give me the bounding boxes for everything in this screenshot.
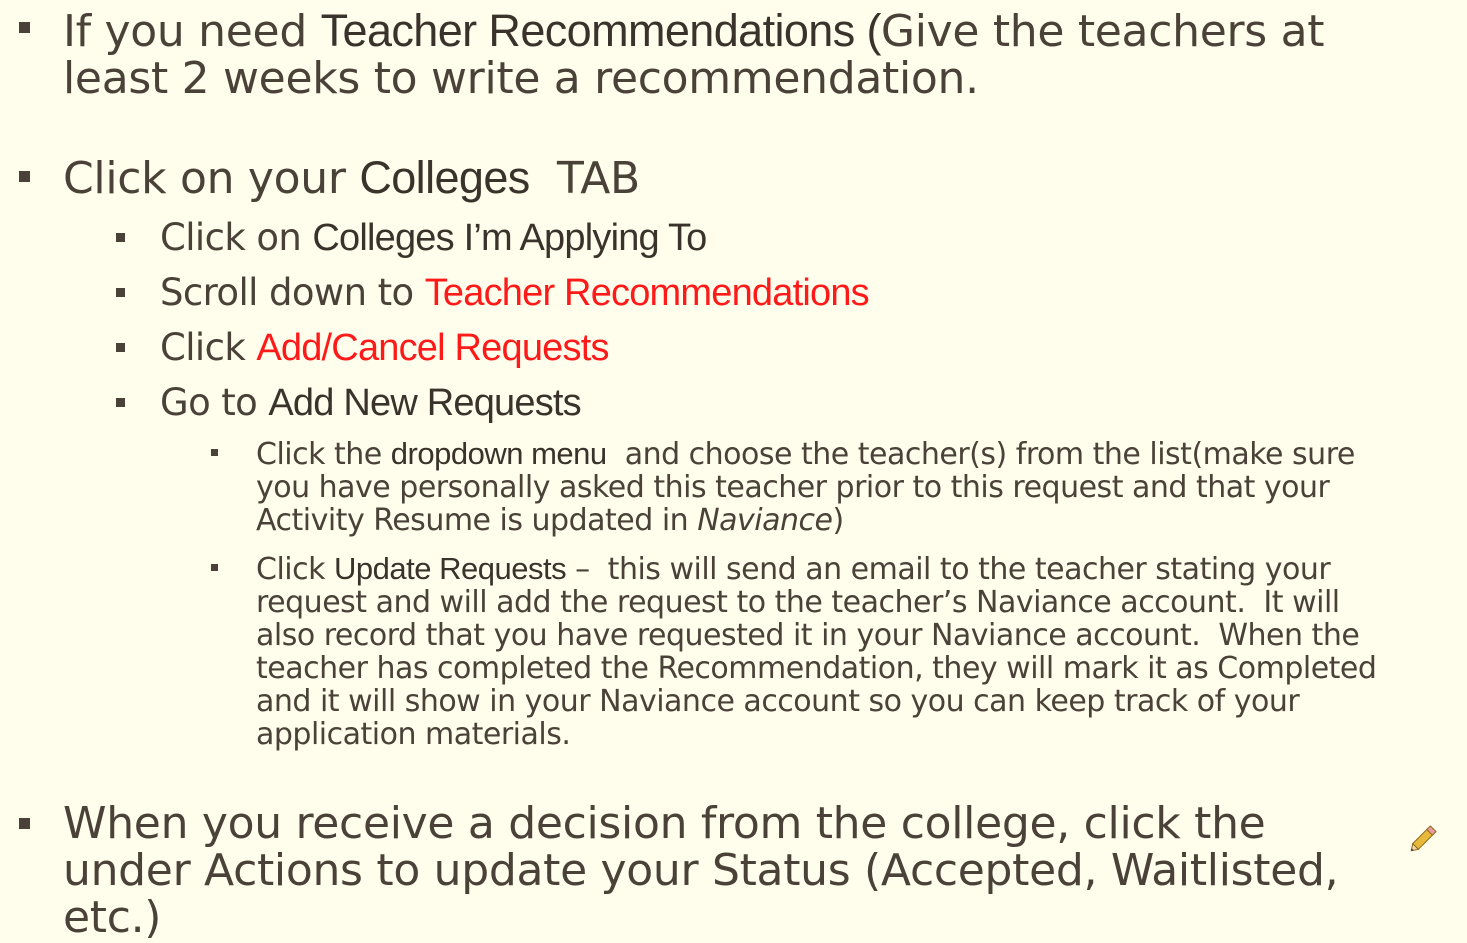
- item3-line2: under Actions to update your Status (Acc…: [63, 845, 1339, 896]
- sub2-prefix: Scroll down to: [160, 271, 425, 314]
- sub-item-scroll-down: Scroll down to Teacher Recommendations: [160, 265, 870, 321]
- subsub2-bold: Update Requests: [334, 551, 567, 586]
- sub4-bold: Add New Requests: [268, 382, 581, 424]
- sub3-red: Add/Cancel Requests: [256, 327, 609, 369]
- item1-prefix: If you need: [63, 6, 321, 57]
- bullet-sub-3: [116, 343, 125, 352]
- item3-line1: When you receive a decision from the col…: [63, 798, 1266, 849]
- subsub1-line2: you have personally asked this teacher p…: [256, 470, 1330, 505]
- subsub2-prefix: Click: [256, 552, 335, 587]
- subsub1-line3-prefix: Activity Resume is updated in: [256, 503, 698, 538]
- subsub2-line6: application materials.: [256, 717, 571, 752]
- item-teacher-recommendations: If you need Teacher Recommendations (Giv…: [63, 7, 1324, 102]
- subsub1-bold: dropdown menu: [390, 436, 607, 471]
- sub4-prefix: Go to: [160, 381, 269, 424]
- pencil-icon: [1410, 825, 1437, 852]
- item2-suffix: TAB: [529, 153, 640, 204]
- sub1-prefix: Click on: [160, 216, 313, 259]
- bullet-subsub-2: [211, 564, 218, 571]
- subsub2-line2: request and will add the request to the …: [256, 585, 1340, 620]
- bullet-subsub-1: [211, 449, 218, 456]
- bullet-item-2: [19, 171, 30, 182]
- item1-line1-rest: Give the teachers at: [880, 6, 1325, 57]
- subsub2-line5: and it will show in your Naviance accoun…: [256, 684, 1300, 719]
- sub2-red: Teacher Recommendations: [424, 272, 870, 314]
- subsub2-line4: teacher has completed the Recommendation…: [256, 651, 1377, 686]
- subsub-item-update-requests: Click Update Requests – this will send a…: [256, 551, 1377, 752]
- item1-line2: least 2 weeks to write a recommendation.: [63, 53, 979, 104]
- sub1-bold: Colleges I’m Applying To: [312, 217, 707, 259]
- subsub2-line3: also record that you have requested it i…: [256, 618, 1360, 653]
- bullet-sub-2: [116, 288, 125, 297]
- item2-prefix: Click on your: [63, 153, 360, 204]
- item-colleges-tab: Click on your Colleges TAB: [63, 154, 640, 202]
- subsub1-line3-suffix: ): [832, 503, 844, 538]
- item-decision: When you receive a decision from the col…: [63, 798, 1339, 943]
- item1-bold: Teacher Recommendations (: [320, 5, 882, 56]
- subsub1-italic: Naviance: [697, 503, 833, 538]
- bullet-item-3: [19, 818, 30, 829]
- bullet-item-1: [19, 22, 30, 33]
- sub-item-add-cancel: Click Add/Cancel Requests: [160, 320, 609, 376]
- bullet-sub-1: [116, 233, 125, 242]
- item2-bold: Colleges: [359, 152, 530, 203]
- subsub1-prefix: Click the: [256, 437, 391, 472]
- sub-item-add-new: Go to Add New Requests: [160, 375, 582, 431]
- bullet-sub-4: [116, 398, 125, 407]
- subsub1-line1-rest: and choose the teacher(s) from the list(…: [606, 437, 1356, 472]
- subsub-item-dropdown: Click the dropdown menu and choose the t…: [256, 437, 1355, 537]
- item3-line3: etc.): [63, 892, 162, 943]
- sub-item-colleges-applying: Click on Colleges I’m Applying To: [160, 210, 707, 266]
- subsub2-line1-rest: – this will send an email to the teacher…: [566, 552, 1331, 587]
- sub3-prefix: Click: [160, 326, 257, 369]
